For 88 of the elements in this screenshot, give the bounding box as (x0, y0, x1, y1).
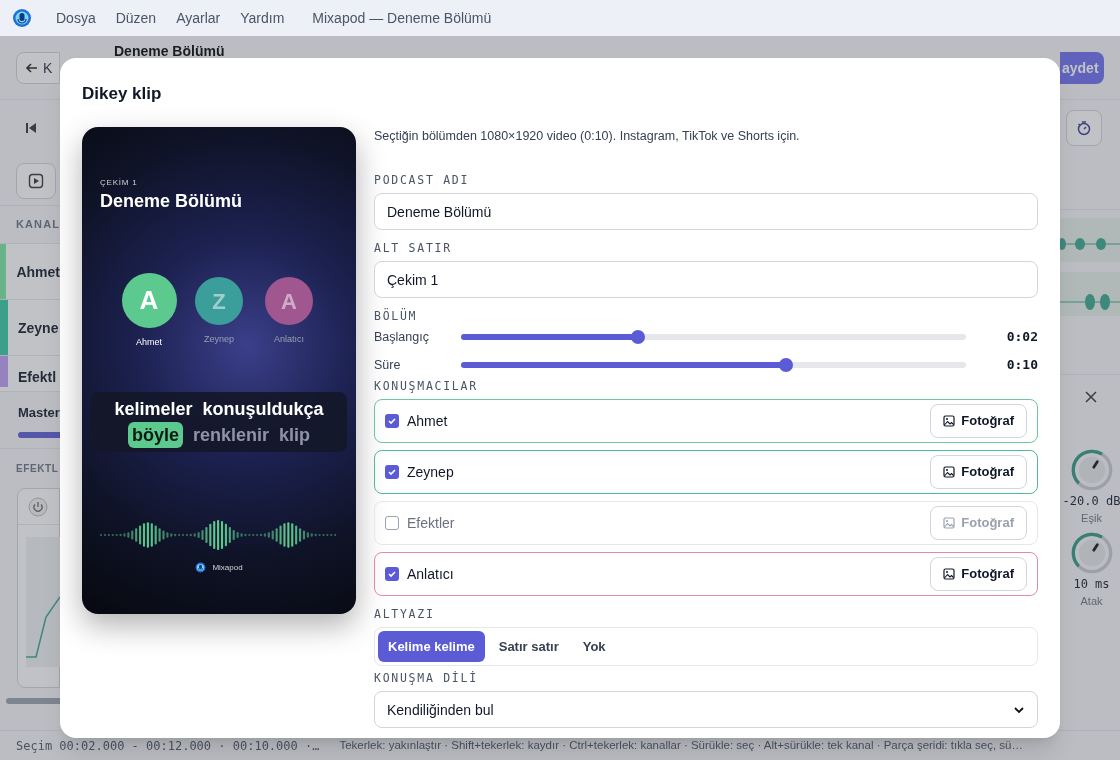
language-select[interactable]: Kendiliğinden bul (374, 691, 1038, 728)
close-icon[interactable] (1085, 390, 1097, 403)
preview-kicker: ÇEKİM 1 (100, 177, 139, 189)
slider-thumb[interactable] (778, 358, 793, 372)
play-box-icon (28, 172, 44, 189)
knob-label: Atak (1080, 593, 1103, 609)
menu-item[interactable]: Ayarlar (176, 8, 221, 28)
window-title: Mixapod — Deneme Bölümü (312, 9, 492, 28)
episode-title: Deneme Bölümü (114, 43, 225, 59)
preview-title: Deneme Bölümü (100, 190, 244, 213)
speaker-name: Anlatıcı (407, 565, 455, 584)
hint-status: Tekerlek: yakınlaştır · Shift+tekerlek: kaydır · Ctrl+tekerlek: kanallar · Sürükle: seç · Alt+sürükle: tek kanal · Parça şeridi: tıkla seç, sü… (339, 737, 1023, 753)
selection-status: Seçim 00:02.000 - 00:12.000 · 00:10.000 ·… (16, 737, 320, 755)
menu-item[interactable]: Yardım (240, 8, 285, 28)
speaker-name: Ahmet (407, 412, 449, 431)
knob-reading: -20.0 dB (1062, 493, 1120, 510)
channel-name: Efektl (17, 368, 57, 387)
caption-word: renklenir (192, 423, 269, 447)
power-icon[interactable] (28, 496, 48, 517)
checkmark-icon (387, 569, 397, 579)
slider-label: Süre (374, 356, 402, 374)
field-label: ALT SATIR (374, 242, 453, 255)
channel-name: Zeyne (17, 318, 59, 338)
checkbox[interactable] (385, 414, 399, 428)
field-label: PODCAST ADI (374, 174, 471, 187)
image-icon (943, 466, 956, 478)
slider-thumb[interactable] (630, 330, 645, 344)
caption-word: böyle (127, 421, 183, 448)
image-icon (943, 415, 956, 427)
subtitle-field[interactable]: Çekim 1 (374, 261, 1038, 298)
speaker-name: Zeynep (407, 463, 455, 482)
speaker-name: Efektler (407, 514, 456, 533)
field-label: BÖLÜM (374, 310, 419, 323)
caption-mode-tab[interactable]: Yok (572, 631, 616, 662)
checkmark-icon (387, 416, 397, 426)
speaker-avatar: A (265, 277, 313, 325)
back-button[interactable]: K (16, 51, 60, 84)
menu-item[interactable]: Dosya (56, 8, 96, 28)
image-icon (943, 568, 956, 580)
slider-reading: 0:02 (1005, 328, 1038, 347)
timer-button[interactable] (1066, 110, 1102, 146)
play-preview-button[interactable] (16, 162, 56, 199)
photo-button[interactable]: Fotoğraf (930, 404, 1027, 438)
brand-name: Mixapod (212, 561, 243, 574)
dialog-description: Seçtiğin bölümden 1080×1920 video (0:10). Instagram, TikTok ve Shorts için. (374, 128, 801, 144)
stopwatch-icon (1076, 120, 1092, 136)
skip-back-icon[interactable] (24, 121, 38, 135)
knob[interactable] (1069, 448, 1114, 492)
podcast-name-field[interactable]: Deneme Bölümü (374, 193, 1038, 230)
image-icon (943, 517, 956, 529)
section-label: KANAL (16, 217, 60, 233)
slider-reading: 0:10 (1005, 356, 1038, 375)
channel-name: Ahmet (15, 262, 60, 282)
brand-logo-icon (195, 562, 207, 573)
speaker-name: Ahmet (136, 336, 162, 349)
dialog-title: Dikey klip (82, 83, 163, 105)
checkbox[interactable] (385, 516, 399, 530)
slider-label: Başlangıç (374, 328, 430, 346)
channel-row[interactable]: Zeyne (0, 300, 60, 356)
speaker-avatar: A (121, 273, 177, 328)
scrollbar[interactable] (6, 698, 60, 704)
knob[interactable] (1069, 530, 1114, 575)
caption-word: konuşuldukça (202, 397, 324, 421)
checkmark-icon (387, 467, 397, 477)
caption-mode-tab[interactable]: Satır satır (488, 631, 569, 662)
field-label: ALTYAZI (374, 608, 436, 621)
checkbox[interactable] (385, 465, 399, 479)
checkbox[interactable] (385, 567, 399, 581)
app-logo-icon (12, 8, 32, 28)
arrow-left-icon (25, 60, 39, 75)
caption-word: klip (279, 423, 311, 447)
knob-reading: 10 ms (1073, 575, 1110, 593)
master-label: Master (18, 405, 60, 420)
field-label: KONUŞMACILAR (374, 380, 479, 393)
section-label: EFEKTL (16, 462, 59, 476)
caption-mode-tab[interactable]: Kelime kelime (378, 631, 485, 662)
photo-button[interactable]: Fotoğraf (930, 557, 1027, 591)
photo-button[interactable]: Fotoğraf (930, 455, 1027, 489)
channel-row[interactable]: Efektl (0, 356, 60, 392)
master-volume-bar (18, 432, 60, 438)
knob-label: Eşik (1081, 511, 1102, 526)
menu-item[interactable]: Düzen (115, 8, 157, 28)
caption-word: kelimeler (114, 397, 193, 421)
speaker-name: Zeynep (204, 333, 234, 346)
speaker-avatar: Z (195, 277, 243, 325)
field-label: KONUŞMA DİLİ (374, 672, 479, 685)
channel-row[interactable]: Ahmet (0, 244, 60, 300)
speaker-name: Anlatıcı (274, 333, 304, 346)
